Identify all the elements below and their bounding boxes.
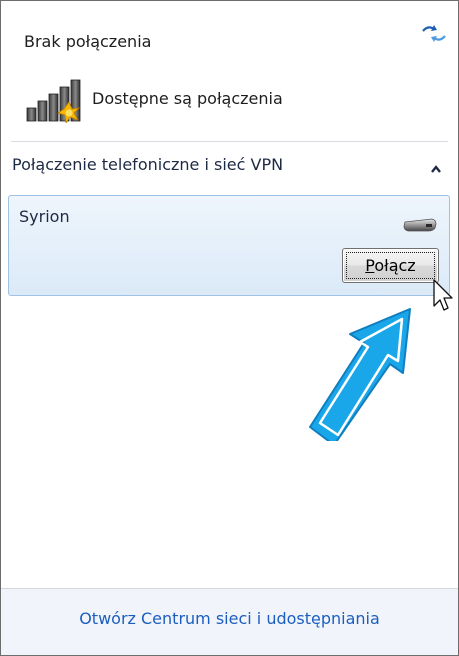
connect-button[interactable]: Połącz <box>342 248 439 283</box>
available-connections-label: Dostępne są połączenia <box>92 89 283 108</box>
dialup-modem-icon <box>402 214 438 234</box>
connect-label-rest: ołącz <box>374 256 416 275</box>
connection-status-title: Brak połączenia <box>24 32 152 51</box>
chevron-up-icon[interactable] <box>430 159 442 173</box>
section-title: Połączenie telefoniczne i sieć VPN <box>12 155 284 174</box>
signal-bars-warning-icon <box>21 79 93 125</box>
network-flyout: Brak połączenia Dostępne są połączenia P… <box>0 0 459 656</box>
connection-item-syrion[interactable]: Syrion Połącz <box>8 195 450 296</box>
section-header-dialup-vpn[interactable]: Połączenie telefoniczne i sieć VPN <box>11 142 448 194</box>
open-network-center-link[interactable]: Otwórz Centrum sieci i udostępniania <box>1 609 458 628</box>
connect-button-label: Połącz <box>343 256 438 275</box>
network-refresh-icon[interactable] <box>419 23 449 45</box>
highlight-arrow-icon <box>298 301 426 452</box>
footer-bar: Otwórz Centrum sieci i udostępniania <box>1 588 458 655</box>
connect-label-mnemonic: P <box>365 256 375 275</box>
connection-name: Syrion <box>19 207 70 226</box>
